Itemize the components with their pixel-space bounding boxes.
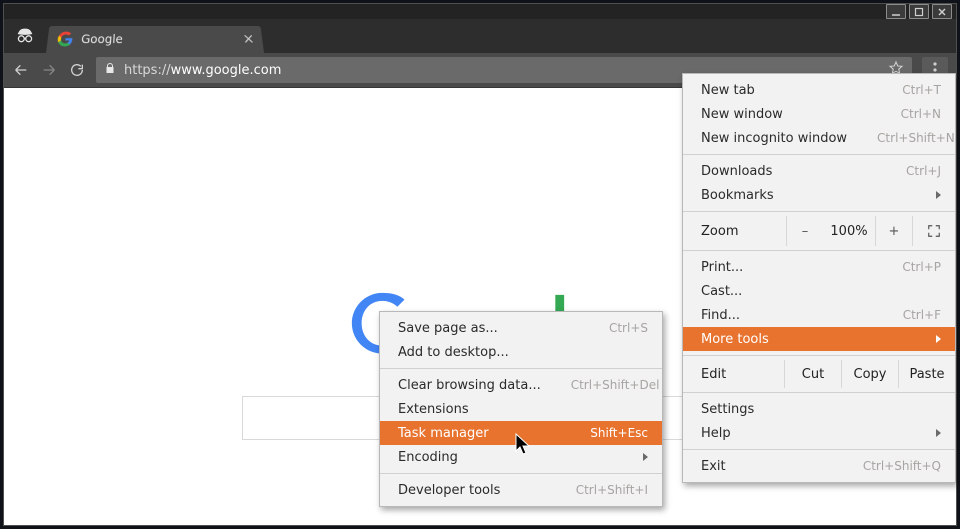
menu-item-settings[interactable]: Settings [683,397,955,421]
tab-close-icon[interactable]: × [242,33,255,47]
window-controls [886,4,952,19]
submenu-clear-browsing-data[interactable]: Clear browsing data...Ctrl+Shift+Del [380,373,662,397]
submenu-encoding[interactable]: Encoding [380,445,662,469]
menu-separator [380,473,662,474]
submenu-add-to-desktop[interactable]: Add to desktop... [380,340,662,364]
zoom-out-button[interactable]: – [786,216,823,246]
tab-google[interactable]: Google × [46,26,264,53]
menu-item-downloads[interactable]: DownloadsCtrl+J [683,159,955,183]
more-tools-submenu: Save page as...Ctrl+S Add to desktop... … [379,311,663,507]
menu-item-new-incognito[interactable]: New incognito windowCtrl+Shift+N [683,126,955,150]
zoom-in-button[interactable]: + [875,216,912,246]
window-maximize-button[interactable] [909,4,929,19]
submenu-developer-tools[interactable]: Developer toolsCtrl+Shift+I [380,478,662,502]
zoom-label: Zoom [683,224,786,239]
menu-separator [683,250,955,251]
menu-item-print[interactable]: Print...Ctrl+P [683,255,955,279]
submenu-task-manager[interactable]: Task managerShift+Esc [380,421,662,445]
google-favicon-icon [57,32,74,47]
edit-label: Edit [683,367,784,382]
tab-title: Google [81,33,124,47]
edit-paste-button[interactable]: Paste [898,360,955,388]
submenu-extensions[interactable]: Extensions [380,397,662,421]
fullscreen-button[interactable] [912,216,955,246]
submenu-save-page[interactable]: Save page as...Ctrl+S [380,316,662,340]
menu-separator [683,355,955,356]
zoom-level: 100% [823,224,875,239]
incognito-icon [14,25,36,47]
window-minimize-button[interactable] [886,4,906,19]
menu-item-more-tools[interactable]: More tools [683,327,955,351]
menu-item-help[interactable]: Help [683,421,955,445]
menu-item-new-tab[interactable]: New tabCtrl+T [683,78,955,102]
expand-icon [927,224,941,238]
menu-separator [683,392,955,393]
menu-item-exit[interactable]: ExitCtrl+Shift+Q [683,454,955,478]
edit-cut-button[interactable]: Cut [784,360,841,388]
menu-separator [683,211,955,212]
menu-edit-row: Edit Cut Copy Paste [683,360,955,388]
lock-icon [104,61,116,79]
menu-separator [380,368,662,369]
menu-separator [683,449,955,450]
menu-item-new-window[interactable]: New windowCtrl+N [683,102,955,126]
nav-reload-button[interactable] [68,61,86,79]
nav-back-button[interactable] [12,61,30,79]
nav-forward-button[interactable] [40,61,58,79]
menu-zoom-row: Zoom – 100% + [683,216,955,246]
menu-item-cast[interactable]: Cast... [683,279,955,303]
tab-strip: Google × [4,19,956,53]
edit-copy-button[interactable]: Copy [841,360,898,388]
menu-item-bookmarks[interactable]: Bookmarks [683,183,955,207]
menu-item-find[interactable]: Find...Ctrl+F [683,303,955,327]
window-titlebar [4,4,956,19]
menu-separator [683,154,955,155]
window-close-button[interactable] [932,4,952,19]
chrome-main-menu: New tabCtrl+T New windowCtrl+N New incog… [682,73,956,483]
